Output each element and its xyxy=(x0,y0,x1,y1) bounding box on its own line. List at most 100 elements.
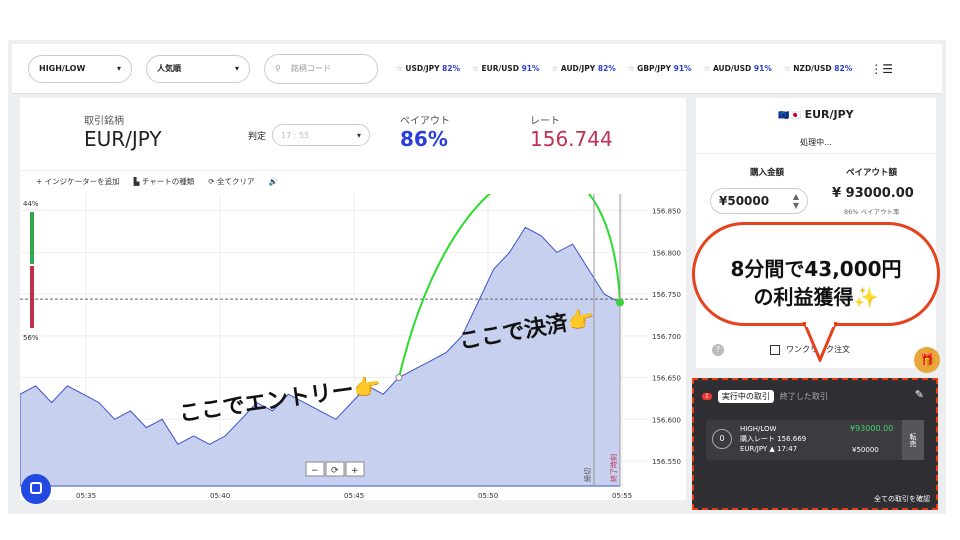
callout-tail xyxy=(802,322,838,362)
payout-amount: ¥ 93000.00 xyxy=(832,186,914,201)
sound-icon[interactable]: 🔊 xyxy=(268,177,277,186)
sort-select[interactable]: 人気順 ▾ xyxy=(146,54,250,83)
rate-label: レート xyxy=(530,116,560,127)
pointing-hand-icon: 👉 xyxy=(565,306,597,336)
stepper-icon[interactable]: ▲ ▼ xyxy=(793,192,799,210)
position-amount: ¥50000 xyxy=(852,446,879,454)
feather-icon[interactable]: ✎ xyxy=(915,388,924,401)
callout-line-1: 8分間で43,000円 xyxy=(730,257,902,281)
position-buy-rate: 購入レート 156.669 xyxy=(740,435,807,443)
pair-list: ☆ USD/JPY 82% ☆ EUR/USD 91% ☆ AUD/JPY 82% ☆… xyxy=(396,64,852,73)
add-indicator-label: インジケーターを追加 xyxy=(44,177,120,186)
x-tick-label: 05:35 xyxy=(76,492,96,500)
pair-item[interactable]: ☆ AUD/JPY 82% xyxy=(552,64,616,73)
chart-icon: ▙ xyxy=(133,177,140,186)
position-pair-time: EUR/JPY ▲ 17:47 xyxy=(740,445,798,453)
chevron-down-icon: ▾ xyxy=(357,130,362,140)
refresh-icon: ⟳ xyxy=(208,177,215,186)
chevron-down-icon: ▾ xyxy=(234,64,239,73)
y-tick-label: 156.850 xyxy=(652,208,681,216)
positions-badge: 1 xyxy=(702,393,712,400)
checkbox[interactable] xyxy=(770,344,780,355)
gift-icon[interactable]: 🎁 xyxy=(914,347,940,373)
pair-payout: 82% xyxy=(597,64,616,73)
star-icon[interactable]: ☆ xyxy=(628,64,635,73)
top-bar: HIGH/LOW ▾ 人気順 ▾ ⚲ 銘柄コード ☆ USD/JPY 82% ☆ EUR… xyxy=(12,44,942,94)
x-tick-label: 05:40 xyxy=(210,492,230,500)
positions-tabs: 1 実行中の取引 終了した取引 xyxy=(702,390,828,403)
close-label: 締切 xyxy=(583,468,592,482)
add-indicator-button[interactable]: + インジケーターを追加 xyxy=(36,176,120,187)
judge-time: 17 : 55 xyxy=(281,130,310,140)
y-tick-label: 156.700 xyxy=(652,333,681,341)
symbol-block: 取引銘柄 EUR/JPY xyxy=(84,112,162,178)
payout-value: 86% xyxy=(400,127,448,151)
star-icon[interactable]: ☆ xyxy=(552,64,559,73)
end-label: 終了時刻 xyxy=(609,454,618,482)
resell-button[interactable]: 転売 xyxy=(902,420,924,460)
pair-item[interactable]: ☆ EUR/USD 91% xyxy=(472,64,539,73)
y-tick-label: 156.550 xyxy=(652,458,681,466)
pair-payout: 82% xyxy=(442,64,461,73)
clear-label: 全てクリア xyxy=(216,177,255,186)
search-placeholder: 銘柄コード xyxy=(290,64,331,73)
chart-type-button[interactable]: ▙ チャートの種類 xyxy=(134,176,195,187)
star-icon[interactable]: ☆ xyxy=(472,64,479,73)
pair-payout: 91% xyxy=(521,64,540,73)
pair-payout: 91% xyxy=(753,64,772,73)
pair-name: NZD/USD xyxy=(793,64,832,73)
pair-item[interactable]: ☆ AUD/USD 91% xyxy=(704,64,772,73)
payout-rate: 86% ペイアウト率 xyxy=(844,208,900,216)
pair-payout: 91% xyxy=(673,64,692,73)
chart-toolbar: + インジケーターを追加 ▙ チャートの種類 ⟳ 全てクリア 🔊 xyxy=(20,170,686,192)
chart-type-label: チャートの種類 xyxy=(141,177,195,186)
pair-payout: 82% xyxy=(834,64,853,73)
order-pair: 🇪🇺🇯🇵 EUR/JPY xyxy=(696,108,936,121)
chat-icon[interactable] xyxy=(21,474,51,504)
position-row[interactable]: 0 HIGH/LOW 購入レート 156.669 EUR/JPY ▲ 17:47… xyxy=(706,420,924,460)
mode-select[interactable]: HIGH/LOW ▾ xyxy=(28,54,132,83)
judge-block: 判定 17 : 55 ▾ xyxy=(248,124,371,146)
positions-panel: 1 実行中の取引 終了した取引 ✎ 0 HIGH/LOW 購入レート 156.6… xyxy=(692,378,938,510)
star-icon[interactable]: ☆ xyxy=(396,64,403,73)
payout-amount-label: ペイアウト額 xyxy=(846,168,898,178)
pair-item[interactable]: ☆ NZD/USD 82% xyxy=(784,64,852,73)
pair-name: AUD/USD xyxy=(712,64,752,73)
zoom-icon: − xyxy=(311,466,319,476)
y-tick-label: 156.600 xyxy=(652,416,681,424)
position-type: HIGH/LOW xyxy=(740,425,777,433)
menu-icon[interactable]: ⋮☰ xyxy=(870,62,893,76)
position-details: HIGH/LOW 購入レート 156.669 EUR/JPY ▲ 17:47 xyxy=(740,424,806,454)
sort-select-value: 人気順 xyxy=(157,64,181,73)
pair-item[interactable]: ☆ USD/JPY 82% xyxy=(396,64,460,73)
price-chart[interactable]: 156.850 156.800 156.750 156.700 156.650 156.6… xyxy=(20,194,686,500)
x-tick-label: 05:55 xyxy=(612,492,632,500)
high-ratio-bar xyxy=(30,212,34,264)
price-area xyxy=(20,226,621,487)
position-payout: ¥93000.00 xyxy=(850,424,894,433)
payout-block: ペイアウト 86% xyxy=(400,112,450,151)
judge-time-select[interactable]: 17 : 55 ▾ xyxy=(272,124,371,146)
amount-input[interactable]: ¥50000 ▲ ▼ xyxy=(710,188,808,214)
search-input[interactable]: ⚲ 銘柄コード xyxy=(264,53,378,84)
pair-item[interactable]: ☆ GBP/JPY 91% xyxy=(628,64,692,73)
position-index-icon: 0 xyxy=(712,429,732,449)
symbol-value: EUR/JPY xyxy=(84,127,162,151)
y-tick-label: 156.750 xyxy=(652,291,681,299)
tab-active-trades[interactable]: 実行中の取引 xyxy=(717,390,774,403)
amount-label: 購入金額 xyxy=(750,168,785,178)
star-icon[interactable]: ☆ xyxy=(784,64,791,73)
confirm-all-link[interactable]: 全ての取引を確認 xyxy=(874,494,930,504)
symbol-label: 取引銘柄 xyxy=(84,116,124,127)
tab-finished-trades[interactable]: 終了した取引 xyxy=(780,391,828,402)
help-icon[interactable]: ? xyxy=(712,344,724,356)
pair-name: GBP/JPY xyxy=(637,64,671,73)
star-icon[interactable]: ☆ xyxy=(704,64,711,73)
y-tick-label: 156.800 xyxy=(652,249,681,257)
profit-callout: 8分間で43,000円 の利益獲得✨ xyxy=(692,222,940,326)
amount-value: ¥50000 xyxy=(719,194,770,208)
judge-label: 判定 xyxy=(248,131,267,142)
clear-button[interactable]: ⟳ 全てクリア xyxy=(208,176,254,187)
zoom-icon: ⟳ xyxy=(331,466,339,476)
order-status: 処理中... xyxy=(696,132,936,154)
